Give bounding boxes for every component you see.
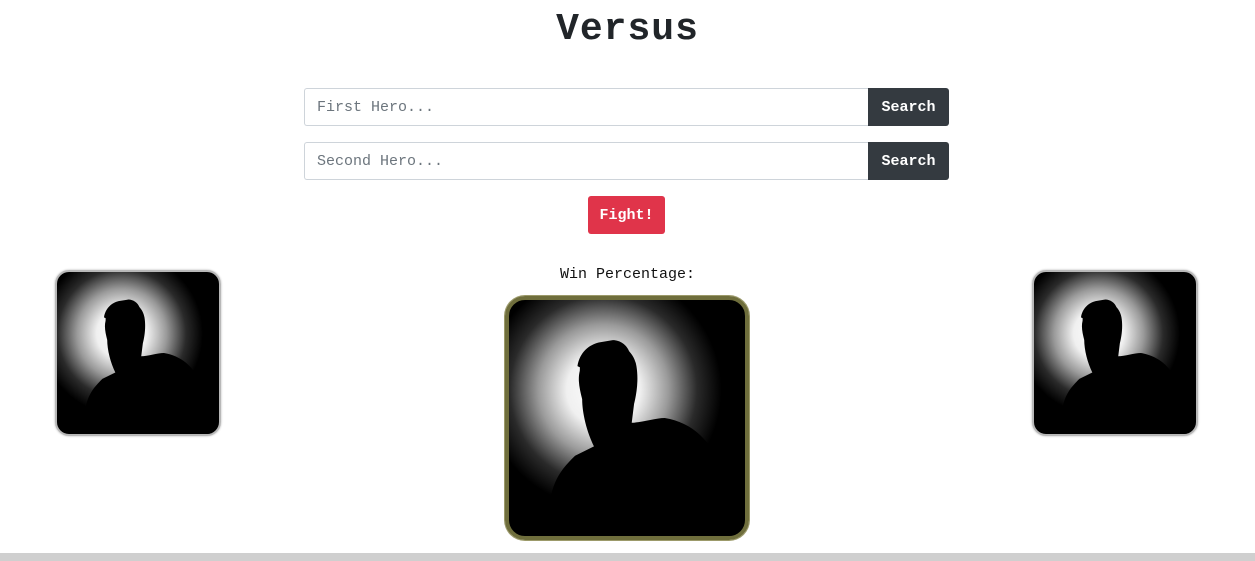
first-hero-input[interactable] bbox=[304, 88, 868, 126]
silhouette-avatar-icon bbox=[82, 299, 213, 434]
silhouette-avatar-icon bbox=[1059, 299, 1190, 434]
page-title: Versus bbox=[556, 8, 699, 51]
winner-hero-avatar bbox=[505, 296, 749, 540]
first-hero-search-button[interactable]: Search bbox=[868, 88, 949, 126]
second-hero-search-group: Search bbox=[304, 142, 949, 180]
second-hero-input[interactable] bbox=[304, 142, 868, 180]
second-hero-avatar bbox=[1032, 270, 1198, 436]
second-hero-search-button[interactable]: Search bbox=[868, 142, 949, 180]
first-hero-avatar bbox=[55, 270, 221, 436]
horizontal-scrollbar[interactable] bbox=[0, 553, 1255, 561]
fight-button[interactable]: Fight! bbox=[588, 196, 665, 234]
first-hero-search-group: Search bbox=[304, 88, 949, 126]
silhouette-avatar-icon bbox=[546, 340, 736, 536]
